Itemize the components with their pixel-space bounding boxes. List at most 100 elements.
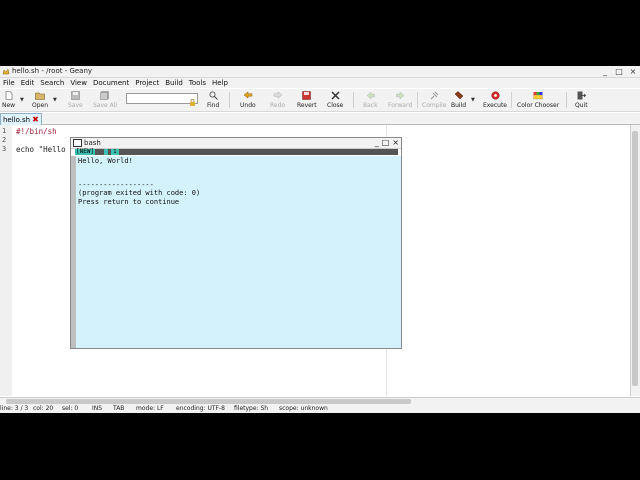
terminal-new-indicator: [NEW] [75, 148, 96, 155]
window-title: hello.sh - /root - Geany [12, 67, 93, 75]
new-button[interactable]: New [2, 91, 15, 109]
maximize-button[interactable]: □ [615, 67, 623, 76]
revert-label: Revert [297, 102, 317, 109]
new-dropdown-icon[interactable]: ▼ [20, 97, 24, 103]
save-all-icon [100, 91, 110, 100]
redo-button[interactable]: Redo [270, 91, 285, 109]
code-line: #!/bin/sh [16, 127, 57, 136]
vertical-scrollbar[interactable] [630, 125, 640, 396]
quit-button[interactable]: Quit [575, 91, 588, 109]
line-number: 3 [2, 145, 7, 153]
back-arrow-icon [365, 91, 375, 100]
compile-label: Compile [422, 102, 447, 109]
tab-strip: hello.sh ✖ [0, 113, 640, 125]
scrollbar-thumb[interactable] [632, 131, 638, 386]
status-filetype: filetype: Sh [234, 405, 269, 412]
status-line: line: 3 / 3 [0, 405, 29, 412]
forward-label: Forward [388, 102, 413, 109]
menu-file[interactable]: File [0, 78, 18, 88]
terminal-minimize-button[interactable]: _ [375, 138, 379, 147]
menu-view[interactable]: View [67, 78, 90, 88]
terminal-icon [73, 139, 82, 147]
terminal-status-bar: [NEW] 1 [75, 149, 398, 155]
terminal-title-bar: bash _ □ × [71, 138, 401, 149]
build-icon [454, 91, 464, 100]
toolbar: New ▼ Open ▼ Save Save All Find Undo Red… [0, 89, 640, 112]
forward-arrow-icon [395, 91, 405, 100]
line-number-gutter: 1 2 3 [0, 125, 12, 396]
tab-label: hello.sh [3, 115, 31, 124]
compile-button[interactable]: Compile [422, 91, 447, 109]
quit-label: Quit [575, 102, 588, 109]
terminal-line: ------------------ [78, 181, 154, 189]
toolbar-separator [353, 92, 354, 108]
toolbar-separator [417, 92, 418, 108]
toolbar-separator [566, 92, 567, 108]
open-label: Open [32, 102, 49, 109]
status-sel: sel: 0 [62, 405, 79, 412]
menu-document[interactable]: Document [90, 78, 132, 88]
line-number: 2 [2, 136, 7, 144]
terminal-title: bash [84, 139, 101, 147]
save-all-button[interactable]: Save All [93, 91, 117, 109]
redo-icon [273, 91, 283, 100]
geany-app-icon [2, 68, 10, 75]
status-tab: TAB [113, 405, 125, 412]
build-label: Build [451, 102, 467, 109]
build-dropdown-icon[interactable]: ▼ [471, 97, 475, 103]
revert-button[interactable]: Revert [297, 91, 317, 109]
save-icon [70, 91, 80, 100]
menu-help[interactable]: Help [209, 78, 231, 88]
open-dropdown-icon[interactable]: ▼ [53, 97, 57, 103]
menu-edit[interactable]: Edit [18, 78, 38, 88]
undo-button[interactable]: Undo [240, 91, 256, 109]
back-label: Back [363, 102, 378, 109]
tab-hello-sh[interactable]: hello.sh ✖ [0, 113, 42, 125]
line-number: 1 [2, 127, 7, 135]
search-input[interactable] [126, 93, 198, 104]
status-ins: INS [92, 405, 103, 412]
back-button[interactable]: Back [363, 91, 378, 109]
find-button[interactable]: Find [207, 91, 219, 109]
status-encoding: encoding: UTF-8 [176, 405, 225, 412]
execute-button[interactable]: Execute [483, 91, 507, 109]
new-label: New [2, 102, 16, 109]
horizontal-scrollbar[interactable] [0, 397, 640, 405]
tab-close-icon[interactable]: ✖ [32, 115, 39, 124]
terminal-window-number: 1 [111, 149, 119, 155]
color-chooser-button[interactable]: Color Chooser [517, 91, 559, 109]
build-button[interactable]: Build [451, 91, 466, 109]
color-palette-icon [533, 91, 543, 100]
terminal-output[interactable]: Hello, World! ------------------ (progra… [71, 156, 401, 348]
compile-icon [429, 91, 439, 100]
save-button[interactable]: Save [68, 91, 83, 109]
title-bar: hello.sh - /root - Geany _ □ × [0, 66, 640, 78]
terminal-maximize-button[interactable]: □ [382, 138, 390, 147]
scrollbar-thumb[interactable] [6, 399, 411, 404]
revert-icon [302, 91, 312, 100]
bash-terminal-window[interactable]: bash _ □ × [NEW] 1 Hello, World! -------… [70, 137, 402, 349]
close-window-button[interactable]: × [629, 67, 637, 76]
toolbar-separator [229, 92, 230, 108]
execute-label: Execute [483, 102, 507, 109]
terminal-close-button[interactable]: × [392, 138, 399, 147]
status-mode: mode: LF [136, 405, 164, 412]
find-label: Find [207, 102, 220, 109]
close-icon [330, 91, 340, 100]
quit-icon [576, 91, 586, 100]
execute-icon [490, 91, 500, 100]
menu-project[interactable]: Project [132, 78, 162, 88]
open-button[interactable]: Open [32, 91, 48, 109]
menu-bar: File Edit Search View Document Project B… [0, 78, 640, 88]
menu-tools[interactable]: Tools [186, 78, 209, 88]
minimize-button[interactable]: _ [601, 67, 609, 76]
new-file-icon [4, 91, 14, 100]
undo-label: Undo [240, 102, 256, 109]
find-icon [208, 91, 218, 100]
menu-search[interactable]: Search [37, 78, 67, 88]
close-button[interactable]: Close [327, 91, 343, 109]
code-line-text: echo "Hello [16, 145, 66, 154]
status-bar: line: 3 / 3 col: 20 sel: 0 INS TAB mode:… [0, 405, 640, 413]
forward-button[interactable]: Forward [388, 91, 412, 109]
menu-build[interactable]: Build [162, 78, 186, 88]
